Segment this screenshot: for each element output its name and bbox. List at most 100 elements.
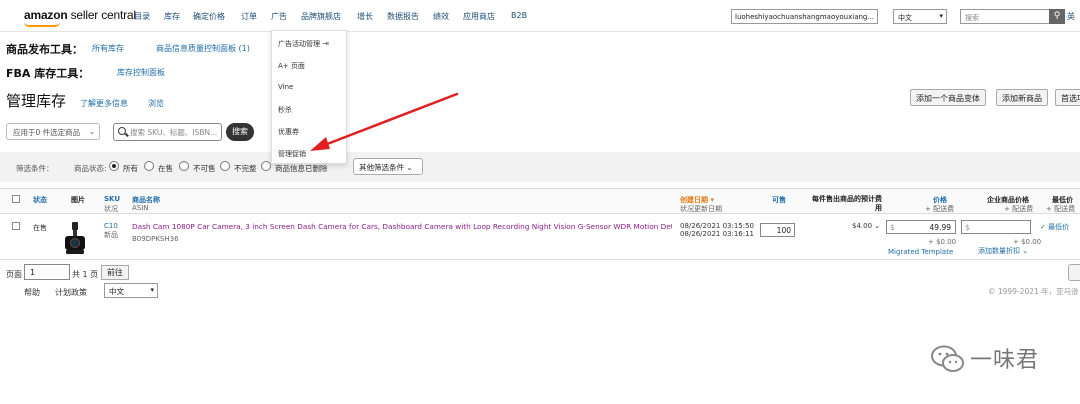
more-filters-label: 其他筛选条件 bbox=[359, 163, 404, 172]
select-all-checkbox[interactable] bbox=[12, 195, 20, 203]
add-product-button[interactable]: 添加新商品 bbox=[996, 89, 1048, 106]
business-price-currency: $ bbox=[965, 223, 970, 232]
nav-performance[interactable]: 绩效 bbox=[433, 11, 449, 22]
row-product-title[interactable]: Dash Cam 1080P Car Camera, 3 inch Screen… bbox=[132, 222, 672, 231]
global-search-input[interactable]: 搜索 bbox=[960, 9, 1050, 24]
col-price-shipping: + 配送费 bbox=[925, 204, 954, 214]
all-inventory-link[interactable]: 所有库存 bbox=[92, 43, 124, 54]
checkmark-icon: ✓ bbox=[1040, 223, 1046, 231]
footer-language-value: 中文 bbox=[109, 287, 124, 296]
menu-item-deals[interactable]: 秒杀 bbox=[278, 105, 292, 115]
search-button[interactable]: 搜索 bbox=[226, 123, 254, 141]
help-link[interactable]: 英 bbox=[1067, 11, 1075, 22]
seller-central-logo[interactable]: amazon seller central bbox=[24, 8, 136, 27]
browse-link[interactable]: 浏览 bbox=[148, 98, 164, 109]
radio-inactive[interactable] bbox=[179, 161, 189, 171]
store-selector[interactable]: luoheshiyaochuanshangmaoyouxiang... bbox=[731, 9, 878, 24]
radio-active[interactable] bbox=[144, 161, 154, 171]
collapsed-button[interactable] bbox=[1068, 264, 1080, 281]
col-business-shipping-label: + 配送费 bbox=[1004, 205, 1034, 213]
footer-help-link[interactable]: 帮助 bbox=[24, 287, 40, 298]
add-variation-button[interactable]: 添加一个商品变体 bbox=[910, 89, 986, 106]
radio-all[interactable] bbox=[109, 161, 119, 171]
chevron-down-icon: ⌄ bbox=[874, 222, 881, 230]
col-created-label: 创建日期 bbox=[680, 196, 708, 204]
dash-cam-product-image[interactable] bbox=[63, 222, 87, 256]
price-currency: $ bbox=[890, 223, 895, 232]
status-filter-label: 商品状态: bbox=[74, 164, 107, 173]
row-sku[interactable]: C10 bbox=[104, 222, 118, 230]
col-condition: 状况 bbox=[104, 204, 118, 214]
language-value: 中文 bbox=[898, 14, 912, 22]
nav-stores[interactable]: 品牌旗舰店 bbox=[301, 11, 341, 22]
wechat-logo-icon bbox=[931, 345, 964, 372]
business-price-input[interactable]: $ bbox=[961, 220, 1031, 234]
row-fee-value: $4.00 bbox=[852, 222, 873, 230]
table-header bbox=[0, 188, 1080, 214]
menu-item-vine[interactable]: Vine bbox=[278, 83, 293, 91]
nav-appstore[interactable]: 应用商店 bbox=[463, 11, 495, 22]
menu-item-campaign-label: 广告活动管理 bbox=[278, 40, 320, 48]
col-estimated-fee: 每件售出商品的预计费用 bbox=[812, 195, 882, 212]
row-estimated-fee[interactable]: $4.00 ⌄ bbox=[852, 222, 880, 230]
radio-removed[interactable] bbox=[261, 161, 271, 171]
footer-policy-link[interactable]: 计划政策 bbox=[55, 287, 87, 298]
col-sku[interactable]: SKU bbox=[104, 195, 120, 203]
preferences-button[interactable]: 首选项 bbox=[1055, 89, 1080, 106]
row-lowest-price[interactable]: ✓ 最低价 bbox=[1040, 222, 1069, 232]
sort-desc-icon: ▾ bbox=[710, 196, 714, 204]
nav-reports[interactable]: 数据报告 bbox=[387, 11, 419, 22]
add-quantity-discount-link[interactable]: 添加数量折扣 ⌄ bbox=[978, 246, 1028, 256]
language-select[interactable]: 中文 ▾ bbox=[893, 9, 947, 24]
learn-more-link[interactable]: 了解更多信息 bbox=[80, 98, 128, 109]
nav-orders[interactable]: 订单 bbox=[241, 11, 257, 22]
filter-conditions-label: 筛选条件： bbox=[16, 164, 54, 173]
col-status[interactable]: 状态 bbox=[33, 195, 47, 205]
inventory-dashboard-link[interactable]: 库存控制面板 bbox=[117, 67, 165, 78]
search-icon[interactable]: ⚲ bbox=[1049, 9, 1065, 24]
footer-language-select[interactable]: 中文 ▾ bbox=[104, 283, 158, 298]
radio-active-label: 在售 bbox=[158, 164, 173, 173]
watermark-text: 一味君 bbox=[970, 348, 1040, 373]
go-to-page-button[interactable]: 前往 bbox=[101, 265, 129, 280]
fba-tools-title: FBA 库存工具： bbox=[6, 67, 90, 80]
chevron-down-icon: ▾ bbox=[150, 286, 154, 294]
nav-inventory[interactable]: 库存 bbox=[164, 11, 180, 22]
radio-inactive-label: 不可售 bbox=[193, 164, 216, 173]
search-icon bbox=[118, 127, 126, 135]
external-link-icon: ⇥ bbox=[322, 39, 329, 48]
more-filters-button[interactable]: 其他筛选条件 ⌄ bbox=[353, 158, 423, 175]
sku-search-input[interactable]: 搜索 SKU、标题、ISBN... bbox=[113, 123, 222, 141]
price-input[interactable]: $ 49.99 bbox=[886, 220, 956, 234]
available-quantity-input[interactable]: 100 bbox=[760, 223, 795, 237]
radio-incomplete[interactable] bbox=[220, 161, 230, 171]
row-checkbox[interactable] bbox=[12, 222, 20, 230]
col-asin-label: ASIN bbox=[132, 204, 149, 212]
nav-pricing[interactable]: 确定价格 bbox=[193, 11, 225, 22]
top-navigation: amazon seller central 目录 库存 确定价格 订单 广告 品… bbox=[0, 0, 1080, 32]
col-available[interactable]: 可售 bbox=[772, 195, 786, 205]
menu-item-a-plus[interactable]: A+ 页面 bbox=[278, 61, 305, 71]
quality-dashboard-link[interactable]: 商品信息质量控制面板 (1) bbox=[156, 43, 250, 54]
page-number-input[interactable]: 1 bbox=[24, 264, 70, 280]
radio-incomplete-label: 不完整 bbox=[234, 164, 257, 173]
total-pages: 共 1 页 bbox=[72, 270, 99, 279]
row-business-shipping: + $0.00 bbox=[1013, 238, 1042, 246]
add-quantity-discount-label: 添加数量折扣 bbox=[978, 247, 1020, 255]
copyright-text: © 1999-2021 年，亚马逊 bbox=[988, 287, 1079, 296]
bulk-action-select[interactable]: 应用于0 件选定商品 ⌄ bbox=[6, 123, 100, 140]
logo-brand: amazon bbox=[24, 8, 68, 22]
nav-b2b[interactable]: B2B bbox=[511, 11, 527, 20]
nav-catalog[interactable]: 目录 bbox=[134, 11, 150, 22]
row-updated-date: 08/26/2021 03:16:11 bbox=[680, 230, 755, 238]
nav-advertising[interactable]: 广告 bbox=[271, 11, 287, 22]
chevron-down-icon: ⌄ bbox=[406, 163, 413, 172]
nav-growth[interactable]: 增长 bbox=[357, 11, 373, 22]
menu-item-coupons[interactable]: 优惠券 bbox=[278, 127, 299, 137]
col-lowest-shipping: + 配送费 bbox=[1046, 204, 1075, 214]
shipping-template-link[interactable]: Migrated Template bbox=[888, 248, 953, 256]
menu-item-campaign-manager[interactable]: 广告活动管理 ⇥ bbox=[278, 39, 329, 49]
row-shipping: + $0.00 bbox=[928, 238, 957, 246]
publish-tools-title: 商品发布工具： bbox=[6, 43, 83, 56]
col-image: 图片 bbox=[71, 196, 85, 204]
